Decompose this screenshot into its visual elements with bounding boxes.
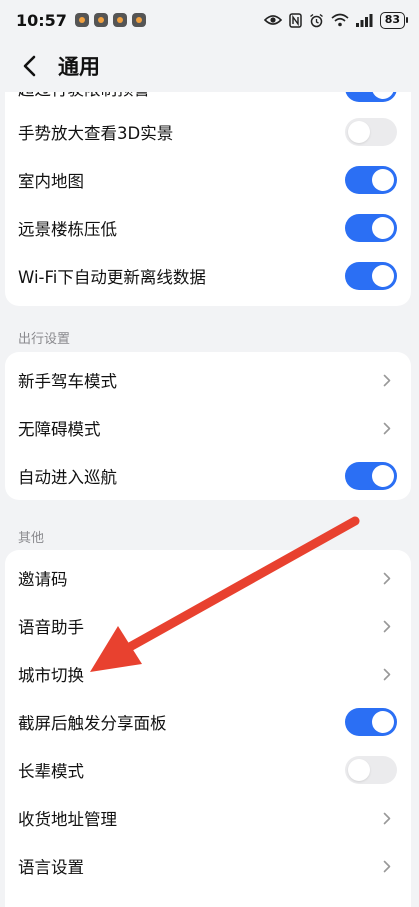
toggle-switch[interactable] — [345, 708, 397, 736]
settings-row-label: 手势放大查看3D实景 — [18, 124, 174, 143]
notification-app-icon — [131, 13, 146, 27]
section-title-travel: 出行设置 — [18, 332, 71, 347]
settings-row-label: 城市切换 — [18, 666, 84, 685]
settings-row-label: 截屏后触发分享面板 — [18, 714, 167, 733]
settings-row-label: 新手驾车模式 — [18, 372, 117, 391]
notification-app-icon — [93, 13, 108, 27]
section-title-other: 其他 — [18, 531, 45, 546]
settings-row-label: 室内地图 — [18, 172, 84, 191]
notification-app-icon — [74, 13, 89, 27]
settings-row-label: 邀请码 — [18, 570, 68, 589]
settings-row-invite-code[interactable]: 邀请码 — [5, 554, 411, 602]
settings-row-screenshot-share[interactable]: 截屏后触发分享面板 — [5, 698, 411, 746]
chevron-right-icon — [380, 373, 394, 387]
settings-card-map: 超过行驶限制预警 手势放大查看3D实景 室内地图 远景楼栋压低 Wi-Fi下自动… — [5, 70, 411, 306]
settings-row-label: 语音助手 — [18, 618, 84, 637]
settings-row-accessibility[interactable]: 无障碍模式 — [5, 404, 411, 452]
status-icons: 83 — [263, 11, 409, 29]
chevron-right-icon — [380, 571, 394, 585]
toggle-switch[interactable] — [345, 118, 397, 146]
status-time: 10:57 — [16, 10, 67, 30]
chevron-right-icon — [380, 811, 394, 825]
chevron-right-icon — [380, 667, 394, 681]
toggle-switch[interactable] — [345, 166, 397, 194]
settings-row-label: 自动进入巡航 — [18, 468, 117, 487]
settings-row-city-switch[interactable]: 城市切换 — [5, 650, 411, 698]
chevron-right-icon — [380, 421, 394, 435]
nfc-icon — [288, 12, 302, 28]
settings-card-travel: 新手驾车模式 无障碍模式 自动进入巡航 — [5, 352, 411, 500]
alarm-icon — [309, 13, 324, 28]
settings-row-elder-mode[interactable]: 长辈模式 — [5, 746, 411, 794]
eye-icon — [263, 14, 282, 26]
settings-row-label: 收货地址管理 — [18, 810, 117, 829]
back-arrow-icon[interactable] — [14, 51, 44, 81]
settings-card-other: 邀请码 语音助手 城市切换 截屏后触发分享面板 长辈模式 收货地址管理 语言设置 — [5, 550, 411, 907]
settings-row-label: 无障碍模式 — [18, 420, 101, 439]
page-header: 通用 — [0, 40, 419, 92]
settings-row-distant-buildings[interactable]: 远景楼栋压低 — [5, 204, 411, 252]
settings-row-indoor-map[interactable]: 室内地图 — [5, 156, 411, 204]
status-bar: 10:57 83 — [0, 0, 419, 40]
settings-row-label: 长辈模式 — [18, 762, 84, 781]
settings-row-label: Wi-Fi下自动更新离线数据 — [18, 268, 206, 287]
settings-row-label: 远景楼栋压低 — [18, 220, 117, 239]
settings-row-novice-driving[interactable]: 新手驾车模式 — [5, 356, 411, 404]
signal-icon — [355, 13, 373, 27]
settings-row-auto-cruise[interactable]: 自动进入巡航 — [5, 452, 411, 500]
toggle-switch[interactable] — [345, 756, 397, 784]
wifi-icon — [331, 13, 349, 27]
toggle-switch[interactable] — [345, 262, 397, 290]
settings-row-gesture-3d[interactable]: 手势放大查看3D实景 — [5, 108, 411, 156]
settings-row-language[interactable]: 语言设置 — [5, 842, 411, 890]
settings-row-wifi-offline[interactable]: Wi-Fi下自动更新离线数据 — [5, 252, 411, 300]
battery-icon: 83 — [379, 11, 409, 29]
settings-row-label: 语言设置 — [18, 858, 84, 877]
toggle-switch[interactable] — [345, 462, 397, 490]
page-title: 通用 — [58, 55, 100, 79]
chevron-right-icon — [380, 859, 394, 873]
toggle-switch[interactable] — [345, 214, 397, 242]
settings-row-voice-assistant[interactable]: 语音助手 — [5, 602, 411, 650]
chevron-right-icon — [380, 619, 394, 633]
notification-app-icon — [112, 13, 127, 27]
settings-row-shipping-address[interactable]: 收货地址管理 — [5, 794, 411, 842]
